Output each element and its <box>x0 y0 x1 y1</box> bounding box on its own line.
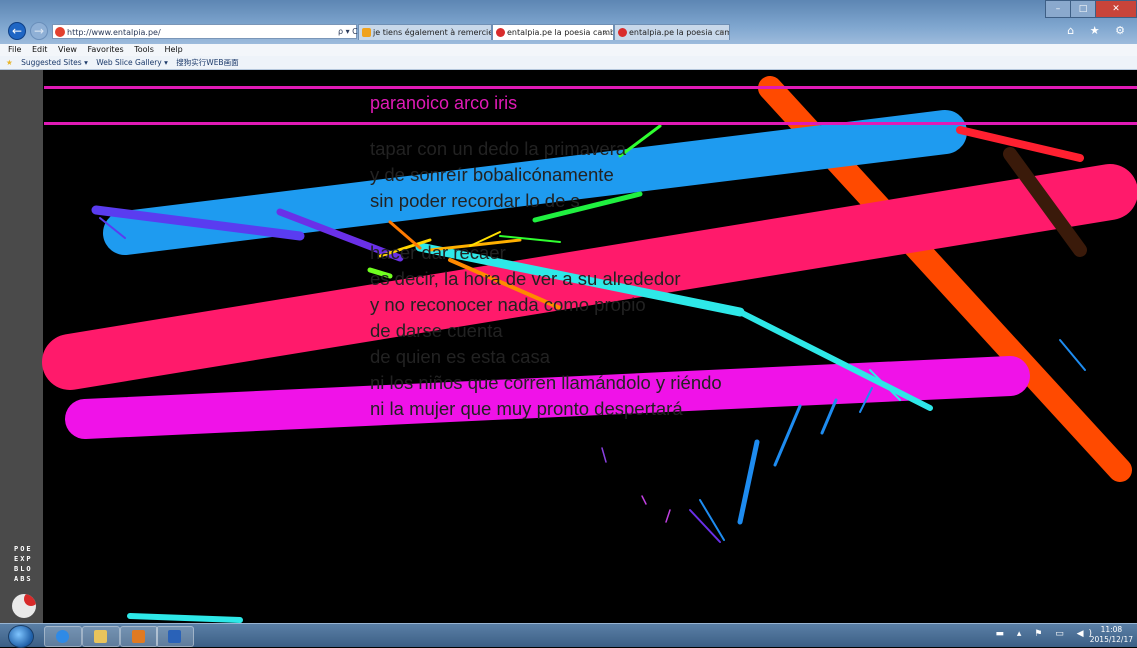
menu-help[interactable]: Help <box>164 45 182 54</box>
stroke-blue-small <box>773 404 802 467</box>
site-favicon-icon <box>496 28 505 37</box>
close-window-button[interactable]: ✕ <box>1095 0 1137 18</box>
poem-line: y de sonreír bobalicónamente <box>370 164 614 185</box>
clock-date: 2015/12/17 <box>1089 635 1133 644</box>
poem-line: de darse cuenta <box>370 320 503 341</box>
tab-entalpia-active[interactable]: entalpia.pe la poesia cambi... × <box>492 24 614 40</box>
forward-button[interactable]: → <box>30 22 48 40</box>
poem-line: de quien es esta casa <box>370 346 550 367</box>
browser-titlebar: ← → http://www.entalpia.pe/ ρ ▾ C je tie… <box>0 0 1137 44</box>
tab-label: entalpia.pe la poesia cambi... <box>629 28 729 37</box>
windows-taskbar: ▬ ▴ ⚑ ▭ ◀) 11:08 2015/12/17 <box>0 623 1137 648</box>
internet-explorer-icon <box>56 630 69 643</box>
fav-web-page[interactable]: 搜狗实行WEB画面 <box>176 58 238 67</box>
taskbar-explorer-button[interactable] <box>82 626 120 647</box>
close-tab-icon[interactable]: × <box>718 25 725 40</box>
folder-icon <box>94 630 107 643</box>
menu-file[interactable]: File <box>8 45 21 54</box>
favorites-bar: ★ Suggested Sites ▾ Web Slice Gallery ▾ … <box>0 56 1137 70</box>
stroke-blue-small <box>1059 339 1086 371</box>
poem-line: ni la mujer que muy pronto despertará <box>370 398 683 419</box>
poem-line: y no reconocer nada como propio <box>370 294 646 315</box>
menu-edit[interactable]: Edit <box>32 45 48 54</box>
title-rule-bottom <box>44 122 1137 125</box>
favorites-star-icon[interactable]: ★ <box>6 58 13 67</box>
stroke-violet-thin <box>665 509 671 523</box>
fav-web-slice-gallery[interactable]: Web Slice Gallery ▾ <box>96 58 168 67</box>
poem-line <box>370 214 722 240</box>
stroke-red <box>956 126 1084 162</box>
menu-bar: File Edit View Favorites Tools Help <box>0 44 1137 56</box>
stroke-violet-thin <box>641 495 647 505</box>
taskbar-media-button[interactable] <box>120 626 158 647</box>
word-icon <box>168 630 181 643</box>
media-player-icon <box>132 630 145 643</box>
poem-line: tapar con un dedo la primavera <box>370 138 627 159</box>
home-favorites-settings-icons[interactable]: ⌂ ★ ⚙ <box>1067 24 1131 37</box>
stroke-violet-thin <box>601 447 607 463</box>
poem-text: tapar con un dedo la primavera y de sonr… <box>370 136 722 422</box>
site-favicon-icon <box>618 28 627 37</box>
poem-title: paranoico arco iris <box>370 93 518 113</box>
page-viewport: POE EXP BLO ABS paranoico arco iris tapa… <box>0 70 1137 623</box>
close-tab-icon[interactable]: × <box>602 25 609 40</box>
tab-entalpia[interactable]: entalpia.pe la poesia cambi... × <box>614 24 730 40</box>
minimize-button[interactable]: – <box>1045 0 1071 18</box>
tab-label: je tiens également à remercier ... <box>373 28 491 37</box>
address-text: http://www.entalpia.pe/ <box>67 28 161 37</box>
clock-time: 11:08 <box>1100 625 1123 634</box>
stroke-blue-small <box>737 439 760 525</box>
tab-label: entalpia.pe la poesia cambi... <box>507 28 614 37</box>
system-tray-icons[interactable]: ▬ ▴ ⚑ ▭ ◀) <box>996 629 1097 639</box>
site-favicon-icon <box>55 27 65 37</box>
bing-icon <box>362 28 371 37</box>
title-rule-top <box>44 86 1137 89</box>
poem-line: es decir, la hora de ver a su alrededor <box>370 268 681 289</box>
menu-view[interactable]: View <box>58 45 77 54</box>
address-bar[interactable]: http://www.entalpia.pe/ <box>52 24 357 39</box>
fav-suggested-sites[interactable]: Suggested Sites ▾ <box>21 58 88 67</box>
maximize-button[interactable]: □ <box>1070 0 1096 18</box>
start-button[interactable] <box>8 625 34 648</box>
window-controls: – □ ✕ <box>1045 0 1137 18</box>
stroke-cyan <box>127 613 243 623</box>
poem-line: sin poder recordar lo de s <box>370 190 580 211</box>
poem-line: hacer dar recaer <box>370 242 506 263</box>
menu-favorites[interactable]: Favorites <box>88 45 124 54</box>
search-refresh-icon[interactable]: ρ ▾ C <box>338 24 358 39</box>
stroke-blue-small <box>820 398 838 435</box>
tab-remercier[interactable]: je tiens également à remercier ... <box>358 24 492 40</box>
taskbar-ie-button[interactable] <box>44 626 82 647</box>
back-button[interactable]: ← <box>8 22 26 40</box>
taskbar-clock[interactable]: 11:08 2015/12/17 <box>1090 625 1133 645</box>
menu-tools[interactable]: Tools <box>134 45 154 54</box>
taskbar-word-button[interactable] <box>156 626 194 647</box>
poem-line: ni los niños que corren llamándolo y rié… <box>370 372 722 393</box>
